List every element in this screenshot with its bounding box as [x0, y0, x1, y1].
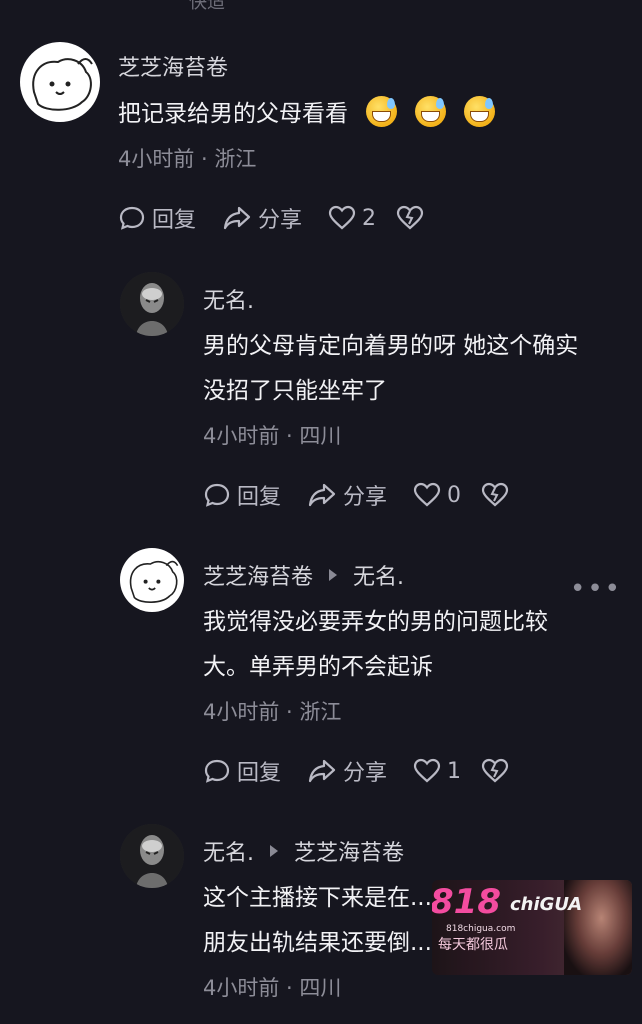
- comment-author[interactable]: 无名.: [203, 835, 254, 867]
- comment-meta: 4小时前 · 浙江: [203, 700, 342, 724]
- statue-avatar-icon: [120, 272, 184, 336]
- broken-heart-icon: [481, 758, 509, 783]
- comment-text: 男的父母肯定向着男的呀 她这个确实 没招了只能坐牢了: [203, 333, 579, 404]
- like-button[interactable]: 1: [413, 758, 461, 784]
- avatar[interactable]: [120, 548, 184, 612]
- comment-author[interactable]: 芝芝海苔卷: [118, 50, 228, 82]
- comment-text: 我觉得没必要弄女的男的问题比较 大。单弄男的不会起诉: [203, 609, 548, 680]
- grinning-sweat-emoji-icon: [415, 96, 446, 127]
- reply-arrow-icon: [270, 845, 278, 857]
- watermark-ad: 818 chiGUA 818chigua.com 每天都很瓜: [432, 880, 632, 975]
- dislike-button[interactable]: [396, 205, 430, 231]
- reply-bubble-icon: [119, 206, 145, 230]
- dislike-button[interactable]: [481, 758, 515, 784]
- comment-author[interactable]: 无名.: [203, 283, 254, 315]
- comment-meta: 4小时前 · 浙江: [118, 147, 257, 171]
- share-arrow-icon: [308, 483, 336, 507]
- comment-actions: 回复 分享 2: [118, 202, 456, 234]
- avatar[interactable]: [20, 42, 100, 122]
- watermark-logo-suffix: chiGUA: [510, 894, 583, 915]
- grinning-sweat-emoji-icon: [366, 96, 397, 127]
- comment-author-row: 无名. 芝芝海苔卷: [203, 835, 404, 867]
- broken-heart-icon: [481, 482, 509, 507]
- reply-bubble-icon: [204, 483, 230, 507]
- reply-bubble-icon: [204, 759, 230, 783]
- avatar[interactable]: [120, 824, 184, 888]
- share-button[interactable]: 分享: [222, 202, 302, 234]
- comment-meta: 4小时前 · 四川: [203, 424, 342, 448]
- watermark-logo: 818: [432, 882, 501, 922]
- comment-actions: 回复 分享 0: [203, 479, 541, 511]
- share-button[interactable]: 分享: [307, 755, 387, 787]
- cartoon-avatar-icon: [32, 58, 93, 111]
- reply-to-user[interactable]: 芝芝海苔卷: [294, 835, 404, 867]
- comment-meta: 4小时前 · 四川: [203, 976, 342, 1000]
- heart-icon: [413, 482, 441, 507]
- comment-text: 这个主播接下来是在... 朋友出轨结果还要倒...: [203, 885, 432, 956]
- top-cut-text: ˙快适: [180, 0, 225, 13]
- share-arrow-icon: [308, 759, 336, 783]
- heart-icon: [328, 205, 356, 230]
- comment-text: 把记录给男的父母看看: [118, 92, 495, 137]
- comment-author-row: 芝芝海苔卷 无名.: [203, 559, 404, 591]
- statue-avatar-icon: [120, 824, 184, 888]
- more-options-icon[interactable]: •••: [570, 574, 622, 604]
- share-button[interactable]: 分享: [307, 479, 387, 511]
- like-button[interactable]: 0: [413, 482, 461, 508]
- comment-actions: 回复 分享 1: [203, 755, 541, 787]
- comment-author[interactable]: 芝芝海苔卷: [203, 559, 313, 591]
- cartoon-avatar-icon: [129, 560, 179, 603]
- watermark-domain: 818chigua.com: [446, 924, 516, 934]
- reply-button[interactable]: 回复: [203, 755, 281, 787]
- reply-arrow-icon: [329, 569, 338, 581]
- grinning-sweat-emoji-icon: [464, 96, 495, 127]
- reply-to-user[interactable]: 无名.: [353, 559, 404, 591]
- reply-button[interactable]: 回复: [118, 202, 196, 234]
- like-button[interactable]: 2: [328, 205, 376, 231]
- dislike-button[interactable]: [481, 482, 515, 508]
- heart-icon: [413, 758, 441, 783]
- broken-heart-icon: [396, 205, 424, 230]
- share-arrow-icon: [223, 206, 251, 230]
- avatar[interactable]: [120, 272, 184, 336]
- watermark-tagline: 每天都很瓜: [438, 937, 508, 953]
- reply-button[interactable]: 回复: [203, 479, 281, 511]
